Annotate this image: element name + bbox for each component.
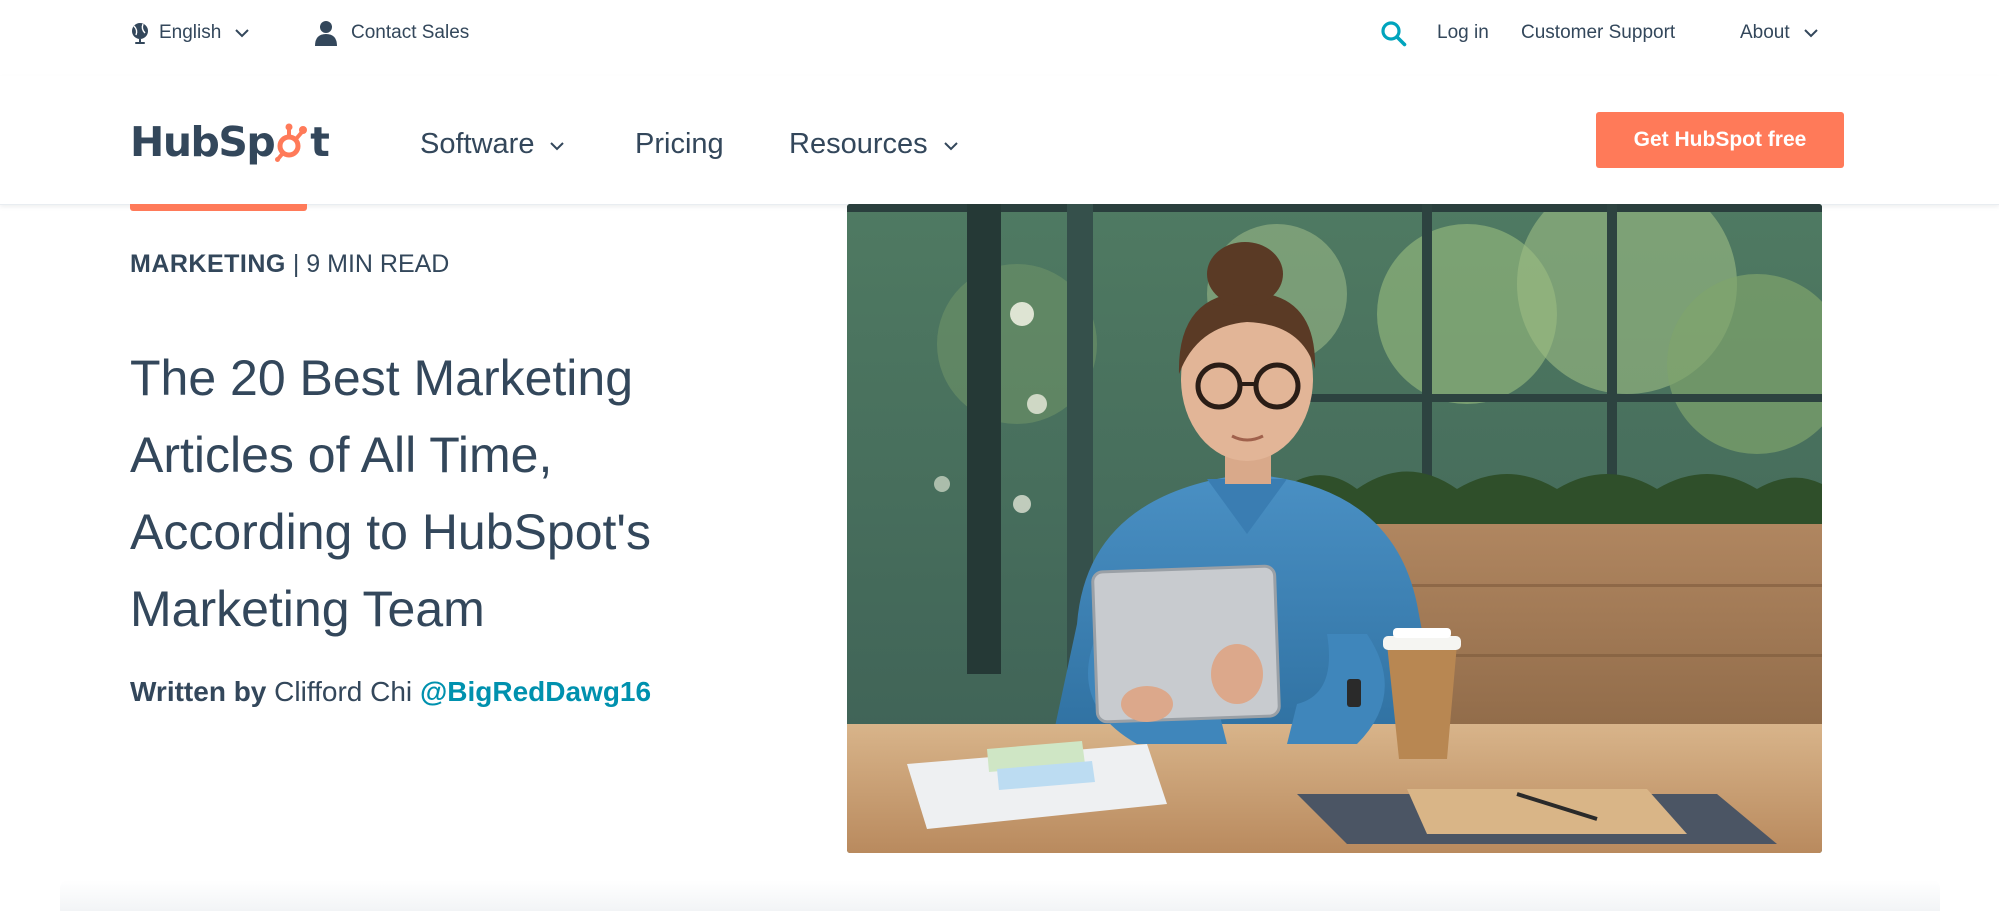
language-label: English xyxy=(159,22,222,43)
main-navigation: HubSp t Software Pricing Resources Get H… xyxy=(0,76,1999,205)
customer-support-link[interactable]: Customer Support xyxy=(1521,20,1675,46)
chevron-down-icon xyxy=(1803,28,1818,38)
topic-underline xyxy=(130,204,307,211)
search-button[interactable] xyxy=(1380,20,1407,46)
nav-software-label: Software xyxy=(420,127,535,160)
byline: Written by Clifford Chi @BigRedDawg16 xyxy=(130,676,651,708)
logo-text-end: t xyxy=(310,118,330,166)
nav-pricing-label: Pricing xyxy=(635,127,724,160)
chevron-down-icon xyxy=(943,141,958,151)
globe-icon xyxy=(130,21,150,45)
about-menu[interactable]: About xyxy=(1740,20,1818,46)
nav-pricing[interactable]: Pricing xyxy=(635,124,724,164)
customer-support-label: Customer Support xyxy=(1521,22,1676,43)
person-icon xyxy=(314,20,338,46)
login-link[interactable]: Log in xyxy=(1437,20,1489,46)
byline-label: Written by xyxy=(130,676,267,707)
contact-sales-label: Contact Sales xyxy=(351,22,470,43)
content-card-edge xyxy=(60,880,1940,911)
author-name: Clifford Chi xyxy=(274,676,413,707)
sprocket-icon xyxy=(275,122,309,162)
article-title: The 20 Best Marketing Articles of All Ti… xyxy=(130,350,651,637)
language-selector[interactable]: English xyxy=(130,20,250,46)
search-icon xyxy=(1380,20,1407,47)
meta-separator: | xyxy=(285,250,307,278)
nav-resources-label: Resources xyxy=(789,127,928,160)
read-time: 9 MIN READ xyxy=(306,250,450,278)
chevron-down-icon xyxy=(550,141,565,151)
hubspot-logo[interactable]: HubSp t xyxy=(130,118,330,166)
utility-bar: English Contact Sales Log in Customer Su… xyxy=(0,0,1999,66)
author-twitter-link[interactable]: @BigRedDawg16 xyxy=(420,676,651,707)
hero-image xyxy=(847,204,1822,853)
nav-software[interactable]: Software xyxy=(420,124,565,164)
nav-resources[interactable]: Resources xyxy=(789,124,958,164)
article-meta: MARKETING | 9 MIN READ xyxy=(130,250,449,279)
contact-sales-link[interactable]: Contact Sales xyxy=(314,20,469,46)
login-label: Log in xyxy=(1437,22,1489,43)
chevron-down-icon xyxy=(235,28,250,38)
logo-text-start: HubSp xyxy=(130,118,276,166)
topic-tag-link[interactable]: MARKETING xyxy=(130,250,286,278)
about-label: About xyxy=(1740,22,1790,43)
get-hubspot-free-button[interactable]: Get HubSpot free xyxy=(1596,112,1844,168)
